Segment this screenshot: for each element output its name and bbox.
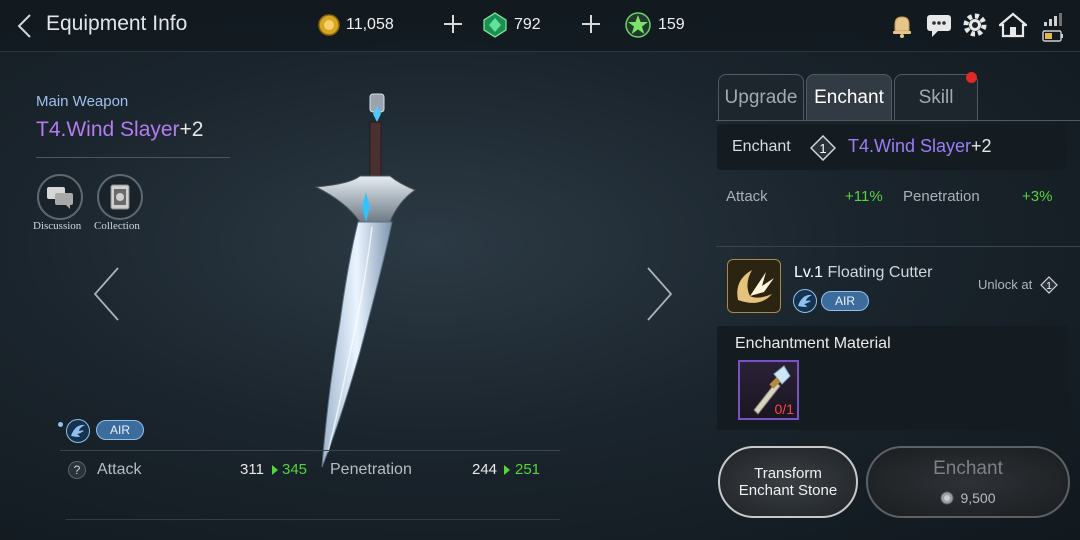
skill-air-wing-icon <box>793 289 817 313</box>
battery-icon <box>1042 30 1063 42</box>
unlock-level-icon: 1 <box>1040 276 1058 294</box>
tab-upgrade[interactable]: Upgrade <box>718 74 804 120</box>
stone-amount: 159 <box>658 16 685 33</box>
tab-enchant[interactable]: Enchant <box>806 74 892 120</box>
notification-dot <box>966 72 977 83</box>
gem-amount: 792 <box>514 16 541 33</box>
penetration-bonus-value: +3% <box>1022 188 1053 205</box>
chat-icon[interactable] <box>925 12 953 38</box>
gem-currency: 792 <box>482 12 541 38</box>
skill-title: Lv.1 Floating Cutter <box>794 264 932 282</box>
attack-bonus-label: Attack <box>726 188 768 205</box>
signal-icon <box>1044 13 1062 26</box>
enchant-weapon-plus: +2 <box>971 136 992 156</box>
material-count: 0/1 <box>774 401 794 417</box>
enchant-weapon-name-text: T4.Wind Slayer <box>848 136 972 156</box>
tab-skill[interactable]: Skill <box>894 74 978 120</box>
weapon-slot-label: Main Weapon <box>36 93 129 110</box>
penetration-next: 251 <box>515 461 541 478</box>
gold-currency: 11,058 <box>318 12 394 38</box>
enchant-cost-value: 9,500 <box>960 490 996 506</box>
collection-label: Collection <box>94 220 140 232</box>
attack-arrow-icon <box>272 465 278 475</box>
penetration-current: 244 <box>472 461 498 478</box>
attack-bonus-value: +11% <box>845 188 883 205</box>
unlock-text: Unlock at <box>978 277 1033 292</box>
attack-next: 345 <box>282 461 308 478</box>
enchant-button-label: Enchant <box>933 458 1003 479</box>
penetration-arrow-icon <box>504 465 510 475</box>
discussion-button[interactable] <box>37 174 83 220</box>
star-stone-icon <box>625 12 651 38</box>
collection-button[interactable] <box>97 174 143 220</box>
bell-icon[interactable] <box>889 12 915 38</box>
penetration-label: Penetration <box>330 461 412 478</box>
air-wing-icon <box>66 419 90 443</box>
discussion-label: Discussion <box>33 220 82 232</box>
transform-enchant-stone-button[interactable]: Transform Enchant Stone <box>718 446 858 518</box>
material-title: Enchantment Material <box>735 335 891 352</box>
attack-current: 311 <box>240 461 264 478</box>
home-icon[interactable] <box>999 12 1027 38</box>
stone-currency: 159 <box>624 12 685 38</box>
gold-amount: 11,058 <box>346 16 394 33</box>
air-element-badge: AIR <box>96 420 144 440</box>
enchant-label: Enchant <box>732 138 791 155</box>
discussion-icon <box>47 187 73 209</box>
floating-cutter-skill-icon[interactable] <box>727 259 781 313</box>
settings-gear-icon[interactable] <box>962 12 988 38</box>
tab-underline <box>716 120 1080 121</box>
add-gems-icon[interactable] <box>579 12 603 36</box>
weapon-name: T4.Wind Slayer+2 <box>36 118 204 142</box>
green-gem-icon <box>483 12 507 38</box>
svg-text:1: 1 <box>819 141 826 156</box>
top-bar: Equipment Info 11,058 792 159 <box>0 0 1080 52</box>
previous-arrow-icon[interactable] <box>92 266 122 322</box>
enchant-level-icon: 1 <box>810 135 836 161</box>
weapon-name-text: T4.Wind Slayer <box>36 118 180 141</box>
skill-air-badge: AIR <box>821 291 869 311</box>
enchant-stone-item[interactable]: 0/1 <box>738 360 799 420</box>
attack-label: Attack <box>97 461 142 478</box>
divider <box>716 246 1080 247</box>
next-arrow-icon[interactable] <box>644 266 674 322</box>
silver-coin-icon <box>940 491 954 505</box>
add-gold-icon[interactable] <box>441 12 465 36</box>
divider <box>66 519 560 520</box>
skill-name: Floating Cutter <box>827 264 933 281</box>
weapon-plus-level: +2 <box>179 118 204 141</box>
weapon-stats-bar: ? Attack 311 345 Penetration 244 251 <box>60 450 560 488</box>
enchant-cost: 9,500 <box>868 490 1068 506</box>
sword-image <box>314 93 417 468</box>
back-arrow-icon[interactable] <box>14 12 38 40</box>
stats-help-icon[interactable]: ? <box>68 461 86 479</box>
gold-coin-icon <box>318 14 340 36</box>
transform-label-line2: Enchant Stone <box>738 482 838 499</box>
transform-label-line1: Transform <box>754 465 822 482</box>
element-dot <box>58 422 63 427</box>
page-title: Equipment Info <box>46 12 188 35</box>
divider <box>36 157 230 158</box>
svg-text:1: 1 <box>1046 281 1052 292</box>
skill-level: Lv.1 <box>794 264 824 281</box>
penetration-bonus-label: Penetration <box>903 188 980 205</box>
enchant-button[interactable]: Enchant 9,500 <box>866 446 1070 518</box>
enchant-weapon-name: T4.Wind Slayer+2 <box>848 136 992 157</box>
collection-book-icon <box>110 184 130 210</box>
